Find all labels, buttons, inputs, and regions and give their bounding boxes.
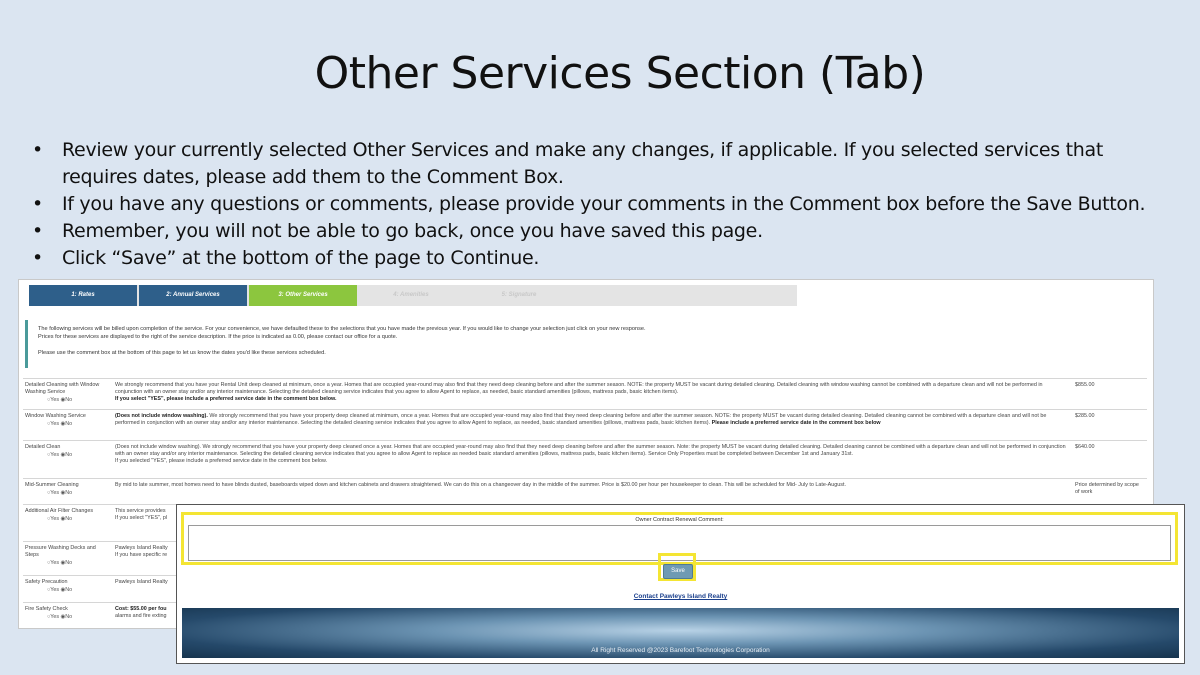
- service-name: Pressure Washing Decks and Steps ○Yes ◉N…: [25, 545, 109, 567]
- tab-annual-services[interactable]: 2: Annual Services: [139, 285, 247, 306]
- tab-other-services[interactable]: 3: Other Services: [249, 285, 357, 306]
- service-description: By mid to late summer, most homes need t…: [115, 482, 846, 488]
- table-row: Mid-Summer Cleaning ○Yes ◉No By mid to l…: [23, 478, 1147, 504]
- service-description: We strongly recommend that you have your…: [115, 382, 1043, 402]
- page-footer: All Right Reserved @2023 Barefoot Techno…: [182, 608, 1179, 658]
- service-radios[interactable]: ○Yes ◉No: [25, 614, 109, 621]
- services-notice: The following services will be billed up…: [25, 320, 1145, 368]
- contact-link[interactable]: Contact Pawleys Island Realty: [177, 593, 1184, 600]
- service-name: Detailed Cleaning with Window Washing Se…: [25, 382, 109, 404]
- instruction-item: Remember, you will not be able to go bac…: [30, 218, 1180, 245]
- service-name: Additional Air Filter Changes ○Yes ◉No: [25, 508, 109, 523]
- instruction-item: If you have any questions or comments, p…: [30, 191, 1180, 218]
- slide-title: Other Services Section (Tab): [314, 48, 926, 99]
- service-radios[interactable]: ○Yes ◉No: [25, 490, 109, 497]
- wizard-tabs: 1: Rates 2: Annual Services 3: Other Ser…: [29, 285, 797, 306]
- service-price: Price determined by scope of work: [1075, 482, 1139, 495]
- tab-amenities[interactable]: 4: Amenities: [357, 285, 465, 306]
- service-radios[interactable]: ○Yes ◉No: [25, 587, 109, 594]
- instruction-list: Review your currently selected Other Ser…: [30, 137, 1180, 272]
- service-radios[interactable]: ○Yes ◉No: [25, 397, 109, 404]
- save-button[interactable]: Save: [663, 564, 693, 579]
- service-name: Safety Precaution ○Yes ◉No: [25, 579, 109, 594]
- footer-copyright: All Right Reserved @2023 Barefoot Techno…: [591, 647, 770, 654]
- service-name: Window Washing Service ○Yes ◉No: [25, 413, 109, 428]
- service-radios[interactable]: ○Yes ◉No: [25, 421, 109, 428]
- table-row: Detailed Cleaning with Window Washing Se…: [23, 378, 1147, 409]
- tab-signature[interactable]: 5: Signature: [465, 285, 573, 306]
- table-row: Window Washing Service ○Yes ◉No (Does no…: [23, 409, 1147, 440]
- service-radios[interactable]: ○Yes ◉No: [25, 560, 109, 567]
- table-row: Detailed Clean ○Yes ◉No (Does not includ…: [23, 440, 1147, 478]
- instruction-item: Click “Save” at the bottom of the page t…: [30, 245, 1180, 272]
- service-name: Fire Safety Check ○Yes ◉No: [25, 606, 109, 621]
- service-price: $855.00: [1075, 382, 1095, 388]
- comment-save-screenshot: Owner Contract Renewal Comment: Save Con…: [176, 504, 1185, 664]
- tab-rates[interactable]: 1: Rates: [29, 285, 137, 306]
- service-description: (Does not include window washing). We st…: [115, 444, 1066, 464]
- notice-line: Prices for these services are displayed …: [38, 334, 398, 340]
- service-price: $640.00: [1075, 444, 1095, 450]
- service-name: Mid-Summer Cleaning ○Yes ◉No: [25, 482, 109, 497]
- service-price: $285.00: [1075, 413, 1095, 419]
- service-radios[interactable]: ○Yes ◉No: [25, 452, 109, 459]
- service-description: (Does not include window washing). We st…: [115, 413, 1047, 426]
- notice-line: Please use the comment box at the bottom…: [38, 350, 326, 356]
- comment-label: Owner Contract Renewal Comment:: [635, 517, 724, 523]
- instruction-item: Review your currently selected Other Ser…: [30, 137, 1180, 191]
- service-radios[interactable]: ○Yes ◉No: [25, 516, 109, 523]
- service-name: Detailed Clean ○Yes ◉No: [25, 444, 109, 459]
- notice-line: The following services will be billed up…: [38, 326, 646, 332]
